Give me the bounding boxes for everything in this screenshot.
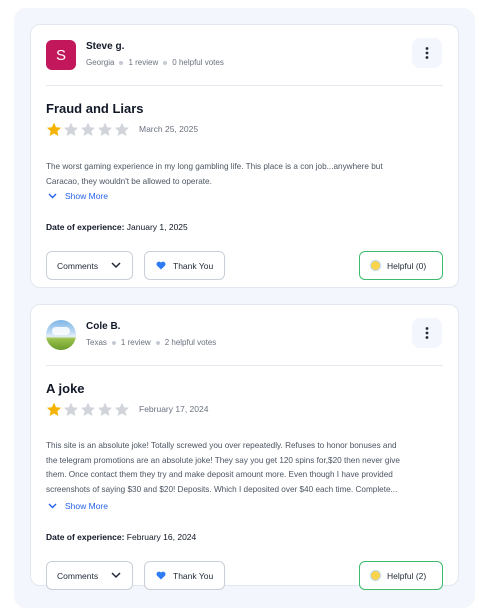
- review-title: A joke: [46, 381, 85, 396]
- review-body-line: screenshots of saying $30 and $20! Depos…: [46, 484, 398, 494]
- review-body-line: This site is an absolute joke! Totally s…: [46, 441, 397, 450]
- experience-label: Date of experience:: [46, 222, 125, 232]
- heart-icon: [156, 571, 166, 580]
- reviewer-name[interactable]: Steve g.: [86, 41, 124, 52]
- helpful-votes-count: 2 helpful votes: [164, 338, 217, 347]
- show-more-label: Show More: [65, 501, 108, 511]
- reviewer-location: Texas: [86, 338, 107, 347]
- star-rating: [46, 122, 131, 137]
- review-title: Fraud and Liars: [46, 101, 144, 116]
- star-empty-icon: [80, 402, 96, 416]
- thumbs-up-icon: [370, 570, 381, 581]
- review-body: The worst gaming experience in my long g…: [46, 160, 436, 189]
- divider: [46, 85, 443, 86]
- separator-dot: [111, 340, 116, 345]
- star-empty-icon: [114, 402, 130, 416]
- more-options-button[interactable]: [412, 318, 442, 348]
- comments-label: Comments: [57, 570, 99, 581]
- reviewer-meta: Texas 1 review 2 helpful votes: [86, 338, 216, 347]
- chevron-down-icon: [48, 503, 57, 509]
- review-card: S Steve g. Georgia 1 review 0 helpful vo…: [30, 24, 459, 288]
- review-date: February 17, 2024: [139, 404, 209, 414]
- thank-you-label: Thank You: [173, 570, 214, 581]
- review-count: 1 review: [128, 58, 159, 67]
- reviewer-meta: Georgia 1 review 0 helpful votes: [86, 58, 224, 67]
- star-empty-icon: [63, 402, 79, 416]
- reviewer-location: Georgia: [86, 58, 115, 67]
- date-of-experience: Date of experience: January 1, 2025: [46, 222, 188, 232]
- reviews-panel: S Steve g. Georgia 1 review 0 helpful vo…: [14, 8, 475, 608]
- avatar-image: [52, 327, 70, 335]
- review-body: This site is an absolute joke! Totally s…: [46, 439, 436, 497]
- helpful-label: Helpful (0): [387, 260, 427, 271]
- comments-button[interactable]: Comments: [46, 251, 133, 280]
- review-body-line: Caracao, they wouldn't be allowed to ope…: [46, 176, 212, 186]
- star-empty-icon: [97, 402, 113, 416]
- helpful-button[interactable]: Helpful (0): [359, 251, 443, 280]
- date-of-experience: Date of experience: February 16, 2024: [46, 532, 196, 542]
- show-more-label: Show More: [65, 191, 108, 201]
- helpful-button[interactable]: Helpful (2): [359, 561, 443, 590]
- thumbs-up-icon: [370, 260, 381, 271]
- comments-button[interactable]: Comments: [46, 561, 133, 590]
- comments-label: Comments: [57, 260, 99, 271]
- star-empty-icon: [63, 122, 79, 136]
- separator-dot: [155, 340, 160, 345]
- experience-date: January 1, 2025: [126, 222, 188, 232]
- divider: [46, 365, 443, 366]
- kebab-icon: [425, 47, 429, 59]
- review-body-line: them. Once contact them they try and mak…: [46, 470, 393, 479]
- chevron-down-icon: [48, 193, 57, 199]
- star-empty-icon: [97, 122, 113, 136]
- avatar-letter: S: [55, 46, 66, 64]
- review-card: Cole B. Texas 1 review 2 helpful votes A…: [30, 304, 459, 590]
- helpful-label: Helpful (2): [387, 570, 427, 581]
- review-count: 1 review: [120, 338, 151, 347]
- review-body-line: The worst gaming experience in my long g…: [46, 162, 383, 171]
- thank-you-button[interactable]: Thank You: [144, 561, 225, 590]
- review-body-line: the telegram promotions are an absolute …: [46, 455, 400, 465]
- avatar[interactable]: [46, 320, 76, 350]
- show-more-link[interactable]: Show More: [46, 501, 108, 511]
- chevron-down-icon: [111, 262, 121, 269]
- star-rating: [46, 402, 131, 417]
- separator-dot: [163, 60, 168, 65]
- review-date: March 25, 2025: [139, 124, 199, 134]
- reviewer-name[interactable]: Cole B.: [86, 321, 120, 332]
- star-empty-icon: [114, 122, 130, 136]
- avatar[interactable]: S: [46, 40, 76, 70]
- more-options-button[interactable]: [412, 38, 442, 68]
- heart-icon: [156, 261, 166, 270]
- star-filled-icon: [46, 122, 62, 136]
- star-empty-icon: [80, 122, 96, 136]
- thank-you-label: Thank You: [173, 260, 214, 271]
- show-more-link[interactable]: Show More: [46, 191, 108, 201]
- star-filled-icon: [46, 402, 62, 416]
- separator-dot: [119, 60, 124, 65]
- helpful-votes-count: 0 helpful votes: [172, 58, 224, 67]
- experience-date: February 16, 2024: [126, 532, 197, 542]
- thank-you-button[interactable]: Thank You: [144, 251, 225, 280]
- experience-label: Date of experience:: [46, 532, 125, 542]
- kebab-icon: [425, 327, 429, 339]
- chevron-down-icon: [111, 572, 121, 579]
